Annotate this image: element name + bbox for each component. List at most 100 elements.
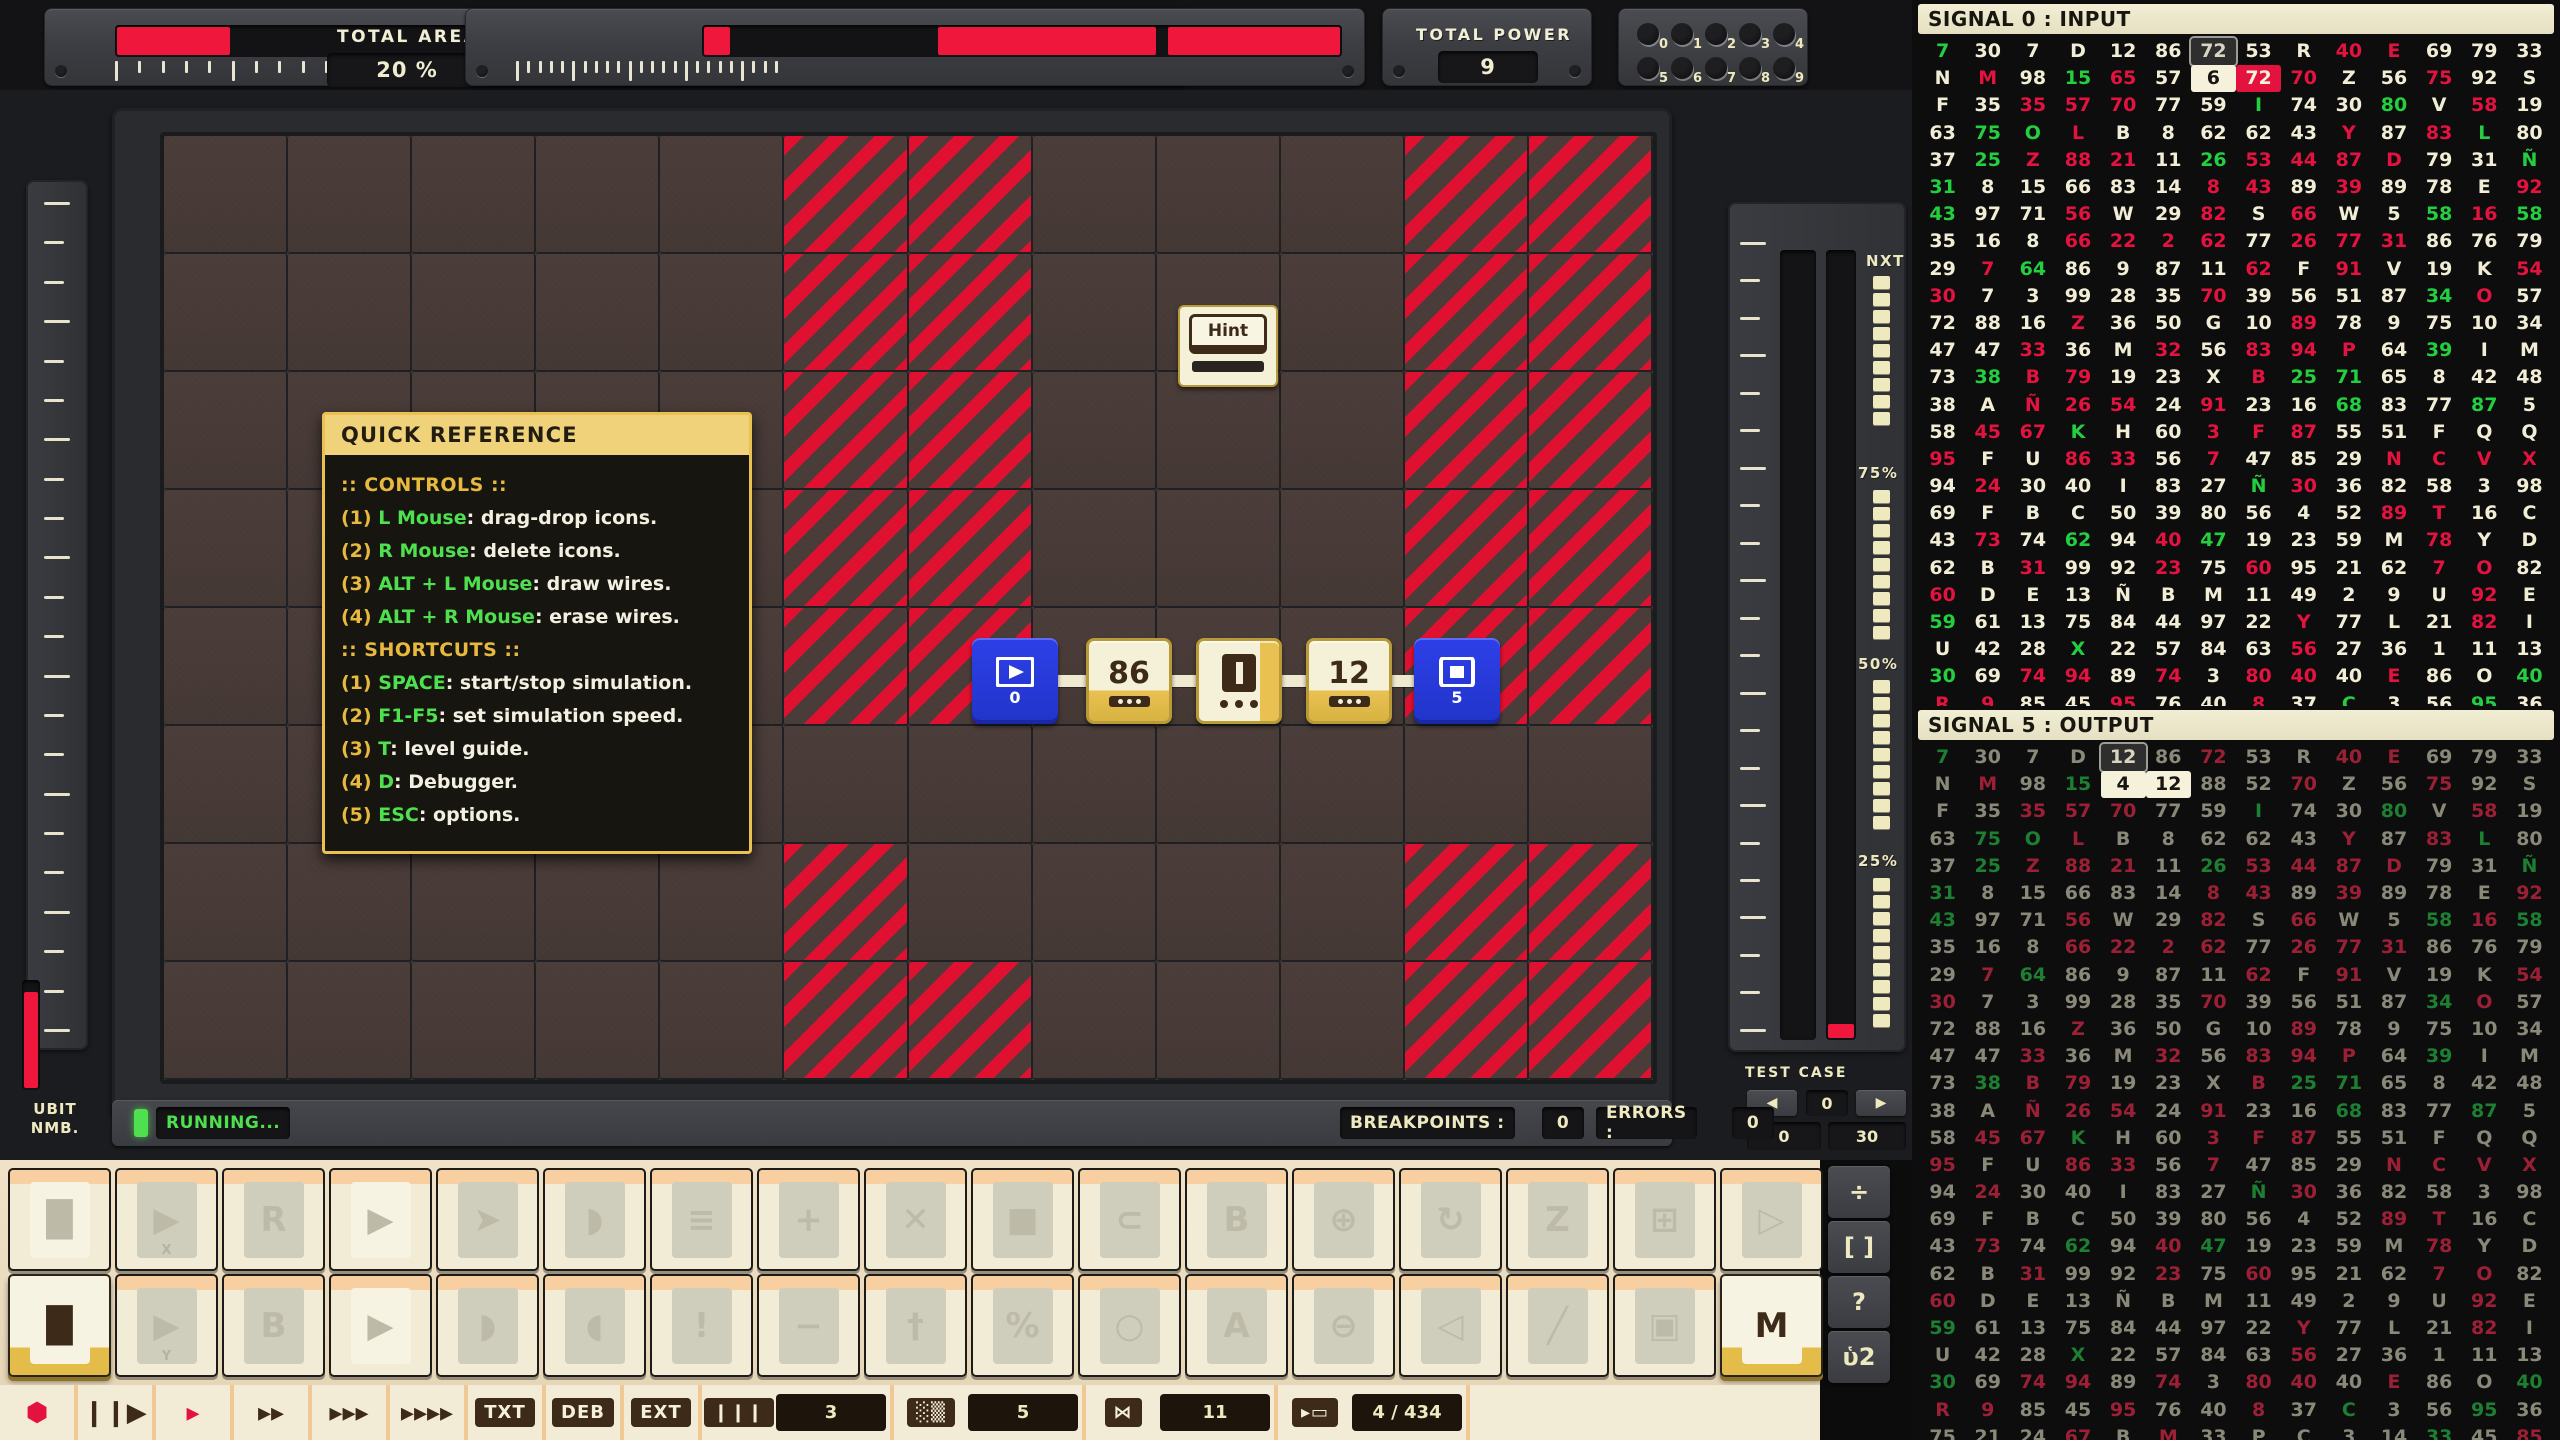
signal-cell[interactable]: 56 — [2146, 1152, 2191, 1179]
signal-cell[interactable]: 85 — [2281, 1152, 2326, 1179]
signal-cell[interactable]: 11 — [2236, 1288, 2281, 1315]
signal-cell[interactable]: 84 — [2191, 1342, 2236, 1369]
signal-cell[interactable]: 75 — [2417, 1016, 2462, 1043]
signal-cell[interactable]: 94 — [2055, 1369, 2100, 1396]
signal-cell[interactable]: 95 — [2281, 1261, 2326, 1288]
signal-cell[interactable]: 60 — [2146, 1125, 2191, 1152]
grid-cell[interactable] — [164, 726, 289, 844]
signal-cell[interactable]: A — [1965, 1097, 2010, 1124]
signal-cell[interactable]: 3 — [2326, 1424, 2371, 1440]
signal-cell[interactable]: I — [2101, 1179, 2146, 1206]
signal-cell[interactable]: 87 — [2462, 391, 2507, 418]
signal-cell[interactable]: I — [2462, 337, 2507, 364]
grid-cell[interactable] — [660, 962, 785, 1080]
signal-cell[interactable]: 87 — [2146, 256, 2191, 283]
signal-cell[interactable]: 3 — [2010, 989, 2055, 1016]
signal-cell[interactable]: 86 — [2055, 446, 2100, 473]
signal-cell[interactable]: 33 — [2010, 1043, 2055, 1070]
signal-cell[interactable]: 45 — [2055, 1397, 2100, 1424]
signal-cell[interactable]: 8 — [1965, 174, 2010, 201]
palette-key-double-arrow-icon[interactable]: ➤ — [436, 1168, 539, 1271]
grid-cell[interactable] — [1032, 254, 1157, 372]
palette-key-circle-minus-icon[interactable]: ⊖ — [1292, 1274, 1395, 1377]
signal-cell[interactable]: 91 — [2191, 391, 2236, 418]
signal-cell[interactable]: 3 — [2371, 1397, 2416, 1424]
signal-cell[interactable]: E — [2462, 880, 2507, 907]
signal-cell[interactable]: 74 — [2010, 527, 2055, 554]
signal-cell[interactable]: F — [2417, 419, 2462, 446]
signal-cell[interactable]: C — [2281, 1424, 2326, 1440]
signal-cell[interactable]: 98 — [2010, 65, 2055, 92]
signal-cell[interactable]: S — [2507, 771, 2552, 798]
signal-cell[interactable]: Q — [2507, 419, 2552, 446]
signal-cell[interactable]: D — [1965, 582, 2010, 609]
signal-cell[interactable]: 3 — [2462, 1179, 2507, 1206]
signal-cell[interactable]: 40 — [2326, 663, 2371, 690]
signal-cell[interactable]: 1 — [2417, 1342, 2462, 1369]
signal-cell[interactable]: 54 — [2101, 1097, 2146, 1124]
signal-cell[interactable]: 35 — [1965, 798, 2010, 825]
signal-cell[interactable]: 56 — [2055, 201, 2100, 228]
signal-cell[interactable]: 12 — [2145, 771, 2191, 799]
signal-cell[interactable]: W — [2101, 907, 2146, 934]
palette-key-dagger-plus-icon[interactable]: † — [864, 1274, 967, 1377]
node-op[interactable] — [1196, 638, 1282, 724]
signal-cell[interactable]: 80 — [2191, 1206, 2236, 1233]
signal-cell[interactable]: 69 — [2417, 38, 2462, 65]
signal-cell[interactable]: 22 — [2101, 1342, 2146, 1369]
palette-key-play-half-y-icon[interactable]: ▶ Y — [115, 1274, 218, 1377]
signal-cell[interactable]: 66 — [2055, 174, 2100, 201]
signal-cell[interactable]: 7 — [1965, 256, 2010, 283]
signal-cell[interactable]: 42 — [1965, 636, 2010, 663]
signal-cell[interactable]: 71 — [2010, 201, 2055, 228]
signal-cell[interactable]: U — [1920, 636, 1965, 663]
signal-cell[interactable]: 21 — [2101, 853, 2146, 880]
signal-cell[interactable]: 29 — [2146, 907, 2191, 934]
signal-cell[interactable]: 23 — [2146, 1261, 2191, 1288]
signal-cell[interactable]: 56 — [2236, 500, 2281, 527]
grid-cell[interactable] — [1280, 254, 1405, 372]
signal-cell[interactable]: 74 — [2281, 92, 2326, 119]
signal-cell[interactable]: 16 — [2281, 391, 2326, 418]
signal-cell[interactable]: 89 — [2371, 1206, 2416, 1233]
signal-cell[interactable]: 10 — [2462, 1016, 2507, 1043]
signal-cell[interactable]: 82 — [2462, 609, 2507, 636]
signal-cell[interactable]: 44 — [2146, 1315, 2191, 1342]
grid-cell[interactable] — [1156, 844, 1281, 962]
signal-cell[interactable]: 40 — [2146, 527, 2191, 554]
signal-cell[interactable]: M — [2371, 527, 2416, 554]
signal-cell[interactable]: 28 — [2010, 1342, 2055, 1369]
signal-cell[interactable]: R — [2281, 38, 2326, 65]
signal-cell[interactable]: F — [2417, 1125, 2462, 1152]
grid-cell[interactable] — [784, 962, 909, 1080]
signal-cell[interactable]: 57 — [2507, 989, 2552, 1016]
signal-cell[interactable]: X — [2191, 364, 2236, 391]
signal-cell[interactable]: 97 — [2191, 1315, 2236, 1342]
signal-cell[interactable]: 78 — [2326, 1016, 2371, 1043]
signal-cell[interactable]: T — [2417, 500, 2462, 527]
grid-cell[interactable] — [1032, 844, 1157, 962]
grid-cell[interactable] — [1404, 254, 1529, 372]
signal-cell[interactable]: 33 — [2010, 337, 2055, 364]
signal-cell[interactable]: 76 — [2462, 934, 2507, 961]
signal-cell[interactable]: 39 — [2326, 174, 2371, 201]
grid-cell[interactable] — [164, 254, 289, 372]
signal-cell[interactable]: P — [2326, 337, 2371, 364]
signal-cell[interactable]: 21 — [1965, 1424, 2010, 1440]
grid-cell[interactable] — [908, 490, 1033, 608]
signal-cell[interactable]: 70 — [2101, 92, 2146, 119]
signal-cell[interactable]: 88 — [1965, 310, 2010, 337]
signal-cell[interactable]: 88 — [2055, 147, 2100, 174]
signal-cell[interactable]: 45 — [1965, 1125, 2010, 1152]
signal-cell[interactable]: B — [2101, 1424, 2146, 1440]
signal-cell[interactable]: F — [2281, 256, 2326, 283]
signal-cell[interactable]: 31 — [2462, 853, 2507, 880]
signal-cell[interactable]: E — [2010, 1288, 2055, 1315]
step-icon[interactable]: ❙❙▶ — [82, 1389, 148, 1436]
signal-cell[interactable]: 33 — [2191, 1424, 2236, 1440]
control-field-value[interactable]: 4 / 434 — [1352, 1394, 1462, 1431]
signal-cell[interactable]: 21 — [2417, 609, 2462, 636]
signal-cell[interactable]: 83 — [2371, 391, 2416, 418]
palette-key-percent-icon[interactable]: % — [971, 1274, 1074, 1377]
signal-cell[interactable]: 44 — [2281, 147, 2326, 174]
